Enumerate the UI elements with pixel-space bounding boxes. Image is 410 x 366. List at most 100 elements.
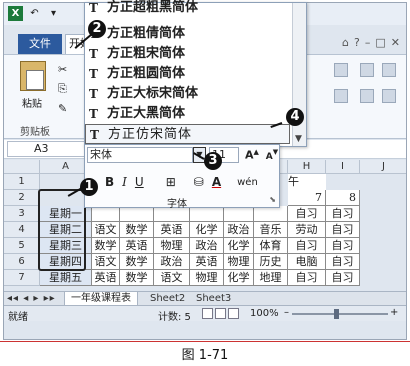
table-cell[interactable]: 数学 xyxy=(92,238,120,254)
table-cell[interactable]: 化学 xyxy=(224,238,254,254)
sheet-tab[interactable]: Sheet3 xyxy=(196,293,231,305)
table-cell[interactable] xyxy=(120,206,154,222)
table-cell[interactable]: 体育 xyxy=(254,238,288,254)
border-icon[interactable]: ⊞ xyxy=(166,175,176,189)
table-cell[interactable]: 8 xyxy=(326,190,360,206)
table-cell[interactable]: 英语 xyxy=(154,222,190,238)
table-cell[interactable]: 语文 xyxy=(154,270,190,286)
zoom-slider[interactable] xyxy=(292,313,388,315)
column-header[interactable]: J xyxy=(360,160,406,174)
page-layout-view-icon[interactable] xyxy=(215,308,226,319)
name-box[interactable]: A3 xyxy=(7,141,87,157)
font-list-item[interactable]: T 方正超粗黑简体 xyxy=(85,0,290,18)
copy-icon[interactable]: ⎘ xyxy=(58,82,67,96)
table-cell[interactable]: 英语 xyxy=(92,270,120,286)
bold-button[interactable]: B xyxy=(105,175,114,189)
italic-button[interactable]: I xyxy=(122,175,127,189)
day-cell[interactable]: 星期五 xyxy=(40,270,92,286)
page-break-view-icon[interactable] xyxy=(228,308,239,319)
ribbon-icon[interactable] xyxy=(360,89,374,103)
underline-button[interactable]: U xyxy=(135,175,144,189)
table-cell[interactable]: 自习 xyxy=(288,206,326,222)
row-header[interactable]: 4 xyxy=(4,222,40,238)
table-cell[interactable]: 政治 xyxy=(190,238,224,254)
row-header[interactable]: 2 xyxy=(4,190,40,206)
table-cell[interactable]: 劳动 xyxy=(288,222,326,238)
zoom-level[interactable]: 100% xyxy=(250,308,279,319)
phonetic-icon[interactable]: wén xyxy=(237,177,258,188)
undo-dropdown-icon[interactable]: ▾ xyxy=(46,6,61,21)
table-cell[interactable]: 语文 xyxy=(92,254,120,270)
table-cell[interactable]: 自习 xyxy=(326,206,360,222)
table-cell[interactable]: 英语 xyxy=(120,238,154,254)
table-cell[interactable]: 自习 xyxy=(288,270,326,286)
table-cell[interactable]: 自习 xyxy=(326,254,360,270)
font-list-item[interactable]: T 方正仿宋简体 xyxy=(85,124,290,144)
paste-label[interactable]: 粘贴 xyxy=(22,95,42,110)
table-cell[interactable] xyxy=(254,206,288,222)
row-header[interactable]: 5 xyxy=(4,238,40,254)
row-header[interactable]: 7 xyxy=(4,270,40,286)
column-header[interactable]: H xyxy=(288,160,326,174)
ribbon-icon[interactable] xyxy=(382,89,396,103)
table-cell[interactable] xyxy=(224,206,254,222)
table-cell[interactable]: 自习 xyxy=(326,222,360,238)
table-cell[interactable]: 物理 xyxy=(224,254,254,270)
column-header[interactable]: I xyxy=(326,160,360,174)
table-cell[interactable]: 数学 xyxy=(120,254,154,270)
table-cell[interactable]: 政治 xyxy=(154,254,190,270)
ribbon-icon[interactable] xyxy=(334,89,348,103)
table-cell[interactable] xyxy=(92,206,120,222)
help-icon[interactable]: ? xyxy=(354,36,360,49)
cut-icon[interactable]: ✂ xyxy=(58,63,67,76)
row-header[interactable]: 1 xyxy=(4,174,40,190)
table-cell[interactable]: 午 xyxy=(288,174,326,190)
font-list-item[interactable]: T 方正大黑简体 xyxy=(85,104,290,124)
table-cell[interactable]: 语文 xyxy=(92,222,120,238)
table-cell[interactable]: 数学 xyxy=(120,222,154,238)
font-color-icon[interactable]: A xyxy=(212,175,221,189)
sheet-nav-arrows[interactable]: ◂◂ ◂ ▸ ▸▸ xyxy=(7,293,56,304)
table-cell[interactable]: 数学 xyxy=(120,270,154,286)
table-cell[interactable]: 英语 xyxy=(190,254,224,270)
restore-icon[interactable]: □ xyxy=(375,36,385,49)
table-cell[interactable]: 化学 xyxy=(190,222,224,238)
undo-icon[interactable]: ↶ xyxy=(27,6,42,21)
dialog-launcher-icon[interactable]: ⬊ xyxy=(269,195,276,204)
table-cell[interactable]: 自习 xyxy=(326,270,360,286)
font-name-input[interactable]: 宋体 xyxy=(87,147,193,163)
ribbon-icon[interactable] xyxy=(334,63,348,77)
table-cell[interactable]: 自习 xyxy=(326,238,360,254)
row-header[interactable]: 6 xyxy=(4,254,40,270)
zoom-out-button[interactable]: – xyxy=(284,307,289,318)
fill-color-icon[interactable]: ⛁ xyxy=(194,175,204,189)
table-cell[interactable]: 物理 xyxy=(190,270,224,286)
tab-file[interactable]: 文件 xyxy=(18,34,62,54)
table-cell[interactable]: 历史 xyxy=(254,254,288,270)
close-icon[interactable]: ✕ xyxy=(391,36,400,49)
sheet-tab[interactable]: Sheet2 xyxy=(150,293,185,305)
font-list-item[interactable]: T方正粗倩简体 xyxy=(85,24,290,44)
shrink-font-button[interactable]: A xyxy=(266,152,273,162)
table-cell[interactable]: 地理 xyxy=(254,270,288,286)
select-all-corner[interactable] xyxy=(4,160,40,174)
font-list-item[interactable]: T 方正粗圆简体 xyxy=(85,64,290,84)
format-painter-icon[interactable]: ✎ xyxy=(58,102,67,115)
zoom-in-button[interactable]: + xyxy=(390,307,398,318)
table-cell[interactable]: 电脑 xyxy=(288,254,326,270)
ribbon-home-icon[interactable]: ⌂ xyxy=(342,36,349,49)
sheet-tab-active[interactable]: 一年级课程表 xyxy=(64,292,138,306)
paste-icon[interactable] xyxy=(20,61,46,91)
ribbon-icon[interactable] xyxy=(360,63,374,77)
table-cell[interactable]: 自习 xyxy=(288,238,326,254)
table-cell[interactable]: 7 xyxy=(288,190,326,206)
row-header[interactable]: 3 xyxy=(4,206,40,222)
grow-font-button[interactable]: A xyxy=(245,149,254,162)
table-cell[interactable]: 物理 xyxy=(154,238,190,254)
minimize-icon[interactable]: – xyxy=(365,36,371,49)
table-cell[interactable] xyxy=(190,206,224,222)
font-list-item[interactable]: T 方正粗宋简体 xyxy=(85,44,290,64)
scroll-down-icon[interactable]: ▼ xyxy=(295,134,302,144)
font-list-item[interactable]: T 方正大标宋简体 xyxy=(85,84,290,104)
table-cell[interactable]: 政治 xyxy=(224,222,254,238)
